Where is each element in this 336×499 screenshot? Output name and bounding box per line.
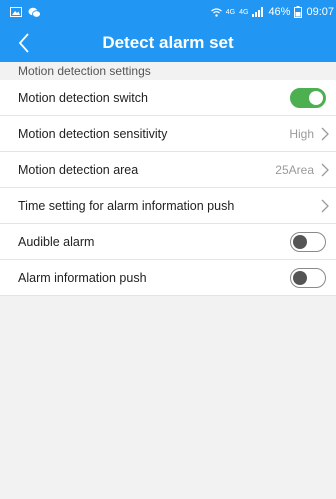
area-value-group: 25Area (275, 163, 330, 177)
time-setting-row[interactable]: Time setting for alarm information push (0, 188, 336, 224)
status-left-icons (10, 7, 41, 18)
section-header: Motion detection settings (0, 62, 336, 80)
page-title: Detect alarm set (102, 33, 234, 52)
battery-icon (294, 6, 303, 18)
chevron-left-icon (18, 33, 29, 53)
motion-detection-switch-row[interactable]: Motion detection switch (0, 80, 336, 116)
battery-percent: 46% (268, 6, 291, 18)
audible-alarm-label: Audible alarm (18, 234, 95, 249)
chevron-right-icon (321, 163, 329, 176)
4g-signal-icon (252, 7, 264, 17)
toggle-knob (293, 234, 307, 249)
motion-detection-switch-label: Motion detection switch (18, 90, 148, 105)
status-right-icons: 4G 4G 46% 09:07 (210, 6, 334, 18)
motion-detection-area-row[interactable]: Motion detection area 25Area (0, 152, 336, 188)
sensitivity-value: High (289, 126, 314, 141)
alarm-information-push-row[interactable]: Alarm information push (0, 260, 336, 296)
sensitivity-value-group: High (289, 127, 330, 141)
chevron-right-icon (321, 199, 329, 212)
chevron-right-icon (321, 127, 329, 140)
network-type-label-secondary: 4G (239, 8, 249, 16)
motion-detection-area-label: Motion detection area (18, 162, 139, 177)
audible-alarm-row[interactable]: Audible alarm (0, 224, 336, 260)
wechat-icon (28, 7, 41, 18)
alarm-information-push-toggle[interactable] (290, 267, 326, 288)
clock: 09:07 (306, 6, 334, 18)
motion-detection-sensitivity-label: Motion detection sensitivity (18, 126, 168, 141)
status-bar: 4G 4G 46% 09:07 (0, 0, 336, 24)
back-button[interactable] (10, 28, 38, 58)
motion-detection-sensitivity-row[interactable]: Motion detection sensitivity High (0, 116, 336, 152)
toggle-knob (293, 270, 307, 285)
alarm-information-push-label: Alarm information push (18, 270, 147, 285)
time-setting-value-group (320, 199, 330, 213)
motion-settings-group: Motion detection switch Motion detection… (0, 80, 336, 224)
time-setting-label: Time setting for alarm information push (18, 198, 235, 213)
audible-alarm-toggle[interactable] (290, 231, 326, 252)
app-bar: Detect alarm set (0, 24, 336, 62)
wifi-icon (210, 7, 222, 17)
alarm-settings-group: Audible alarm Alarm information push (0, 224, 336, 296)
image-icon (10, 7, 22, 17)
area-value: 25Area (275, 162, 314, 177)
toggle-knob (309, 90, 323, 105)
network-type-label: 4G (225, 8, 236, 16)
motion-detection-switch-toggle[interactable] (290, 87, 326, 108)
